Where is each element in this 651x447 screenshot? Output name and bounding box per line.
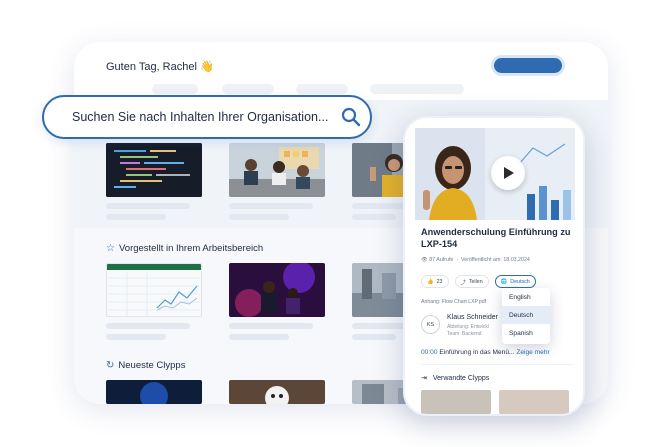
attachment-link[interactable]: Anhang: Flow Chart LXP.pdf [421,299,486,305]
language-option-spanish[interactable]: Spanish [502,324,550,342]
video-actions: 👍 23 ⤴ Teilen 🌐 Deutsch [421,275,536,288]
thumbnail-gaming-room[interactable] [229,263,325,317]
meta-placeholder [106,214,166,220]
promo-stage: Guten Tag, Rachel 👋 ☆ Vorgestellt in Ihr… [0,0,651,447]
tab-placeholder-5[interactable] [414,84,464,94]
language-dropdown: English Deutsch Spanish [502,288,550,344]
share-icon: ⤴ [460,279,466,286]
tab-placeholder-2[interactable] [222,84,274,94]
search-icon[interactable] [341,107,361,127]
globe-icon: 🌐 [500,278,508,285]
like-count: 23 [436,278,443,285]
related-label: Verwandte Clypps [432,374,490,382]
meta-placeholder [106,334,166,340]
language-label: Deutsch [510,278,530,285]
meta-placeholder [229,214,289,220]
play-button[interactable] [491,156,525,190]
star-icon: ☆ [106,243,115,254]
view-count: 87 Aufrufe [429,257,454,263]
meta-placeholder [352,334,396,340]
thumbnail-spreadsheet[interactable] [106,263,202,317]
chapter-timestamp[interactable]: 00:00 [421,349,438,356]
author-name[interactable]: Klaus Schneider [447,314,498,321]
language-selector[interactable]: 🌐 Deutsch [494,275,536,288]
meta-placeholder [352,214,396,220]
video-title: Anwenderschulung Einführung zu LXP-154 [421,227,571,249]
language-option-english[interactable]: English [502,288,550,306]
author-department: Abteilung: Entwickl [447,324,489,330]
title-placeholder [106,203,190,209]
featured-section-title: ☆ Vorgestellt in Ihrem Arbeitsbereich [106,243,263,254]
chapter-row: 00:00 Einführung in das Menü... Zeige me… [421,349,550,356]
like-button[interactable]: 👍 23 [421,275,449,288]
related-thumbnail-2[interactable] [499,390,569,414]
divider [421,364,573,365]
eye-icon: 👁 [421,257,428,263]
newest-section-title: ↻ Neueste Clypps [106,360,185,371]
video-player[interactable] [415,128,575,220]
share-label: Teilen [468,278,483,285]
header-action-button[interactable] [494,58,562,73]
video-meta: 👁 87 Aufrufe · Veröffentlicht am: 18.03.… [421,257,530,263]
history-icon: ↻ [106,360,115,371]
thumbnail-team-meeting[interactable] [229,143,325,197]
related-thumbnail-1[interactable] [421,390,491,414]
play-icon [504,167,514,179]
title-placeholder [106,323,190,329]
newest-section-label: Neueste Clypps [118,360,186,371]
title-placeholder [229,323,313,329]
chapter-title: Einführung in das Menü... [439,349,515,356]
tab-placeholder-3[interactable] [296,84,348,94]
language-option-deutsch[interactable]: Deutsch [502,306,550,324]
author-team: Team: Backend [447,331,482,337]
author-details: Abteilung: Entwickl Team: Backend [447,324,489,338]
thumbnail-neon[interactable] [106,380,202,404]
thumbnail-robot[interactable] [229,380,325,404]
publish-date: Veröffentlicht am: 18.03.2024 [461,257,530,263]
search-bar[interactable]: Suchen Sie nach Inhalten Ihrer Organisat… [42,95,372,139]
show-more-link[interactable]: Zeige mehr [516,349,549,356]
share-button[interactable]: ⤴ Teilen [454,275,489,288]
author-avatar[interactable]: KS [421,315,440,334]
meta-placeholder [229,334,289,340]
title-placeholder [229,203,313,209]
tab-placeholder-1[interactable] [152,84,198,94]
featured-section-label: Vorgestellt in Ihrem Arbeitsbereich [118,243,264,254]
greeting-text: Guten Tag, Rachel 👋 [106,61,214,73]
thumbs-up-icon: 👍 [427,278,434,285]
phone-mockup: Anwenderschulung Einführung zu LXP-154 👁… [403,116,585,416]
search-input[interactable]: Suchen Sie nach Inhalten Ihrer Organisat… [72,110,328,124]
related-section-title: ⇥ Verwandte Clypps [421,374,490,383]
related-icon: ⇥ [421,375,427,382]
thumbnail-code[interactable] [106,143,202,197]
